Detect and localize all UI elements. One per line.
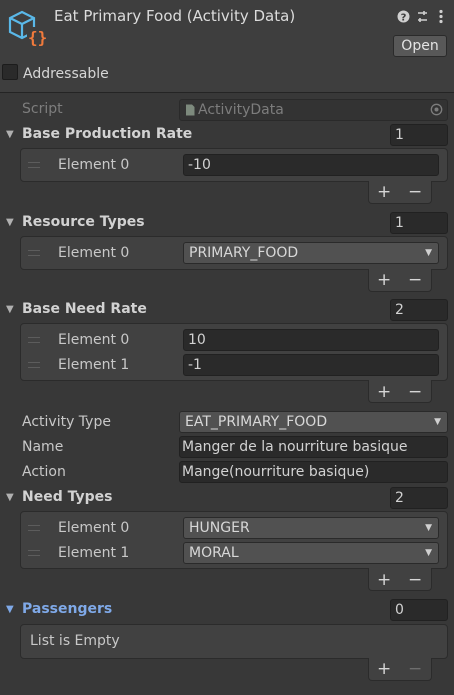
passengers-label[interactable]: Passengers xyxy=(22,601,112,617)
svg-text:?: ? xyxy=(401,13,407,24)
dropdown-arrow-icon: ▼ xyxy=(425,523,432,533)
dropdown-value: EAT_PRIMARY_FOOD xyxy=(185,414,328,430)
foldout-arrow-icon[interactable]: ▼ xyxy=(6,492,14,503)
element-dropdown[interactable]: HUNGER ▼ xyxy=(183,517,439,539)
element-label: Element 1 xyxy=(58,357,130,373)
add-element-button[interactable]: + xyxy=(377,572,391,589)
add-element-button[interactable]: + xyxy=(377,384,391,401)
element-dropdown[interactable]: MORAL ▼ xyxy=(183,542,439,564)
drag-handle-icon[interactable] xyxy=(28,162,40,168)
foldout-arrow-icon[interactable]: ▼ xyxy=(6,217,14,228)
drag-handle-icon[interactable] xyxy=(28,337,40,343)
need-types-label[interactable]: Need Types xyxy=(22,489,112,505)
dropdown-value: HUNGER xyxy=(189,520,250,536)
addressable-label: Addressable xyxy=(23,66,109,82)
action-field[interactable]: Mange(nourriture basique) xyxy=(179,461,448,483)
remove-element-button[interactable]: − xyxy=(408,384,422,401)
drag-handle-icon[interactable] xyxy=(28,250,40,256)
foldout-arrow-icon[interactable]: ▼ xyxy=(6,304,14,315)
script-label: Script xyxy=(22,101,63,117)
dropdown-value: MORAL xyxy=(189,545,239,561)
activity-type-label: Activity Type xyxy=(22,414,111,430)
need-types-size[interactable]: 2 xyxy=(390,487,448,509)
remove-element-button[interactable]: − xyxy=(408,272,422,289)
remove-element-button: − xyxy=(408,659,423,679)
element-value-field[interactable]: -1 xyxy=(183,354,439,376)
drag-handle-icon[interactable] xyxy=(28,525,40,531)
element-label: Element 0 xyxy=(58,245,130,261)
dropdown-value: PRIMARY_FOOD xyxy=(189,245,299,261)
base-need-rate-size[interactable]: 2 xyxy=(390,299,448,321)
dropdown-arrow-icon: ▼ xyxy=(425,248,432,258)
element-value-field[interactable]: -10 xyxy=(183,154,439,176)
addressable-checkbox[interactable] xyxy=(2,64,18,80)
name-label: Name xyxy=(22,439,64,455)
add-element-button[interactable]: + xyxy=(377,184,391,201)
object-picker-icon[interactable] xyxy=(430,103,443,116)
add-element-button[interactable]: + xyxy=(377,661,391,678)
element-label: Element 0 xyxy=(58,332,130,348)
element-label: Element 0 xyxy=(58,520,130,536)
resource-types-label[interactable]: Resource Types xyxy=(22,214,145,230)
element-value-field[interactable]: 10 xyxy=(183,329,439,351)
base-need-rate-label[interactable]: Base Need Rate xyxy=(22,301,147,317)
passengers-size[interactable]: 0 xyxy=(390,599,448,621)
sliders-icon[interactable] xyxy=(416,10,429,23)
drag-handle-icon[interactable] xyxy=(28,362,40,368)
name-field[interactable]: Manger de la nourriture basique xyxy=(179,436,448,458)
script-file-icon xyxy=(186,104,195,116)
inspector-title: Eat Primary Food (Activity Data) xyxy=(54,7,296,25)
element-dropdown[interactable]: PRIMARY_FOOD ▼ xyxy=(183,242,439,264)
dropdown-arrow-icon: ▼ xyxy=(434,417,441,427)
base-production-rate-label[interactable]: Base Production Rate xyxy=(22,126,192,142)
foldout-arrow-icon[interactable]: ▼ xyxy=(6,129,14,140)
drag-handle-icon[interactable] xyxy=(28,550,40,556)
svg-text:{}: {} xyxy=(28,28,47,47)
foldout-arrow-icon[interactable]: ▼ xyxy=(6,604,14,615)
action-label: Action xyxy=(22,464,66,480)
dropdown-arrow-icon: ▼ xyxy=(425,548,432,558)
resource-types-size[interactable]: 1 xyxy=(390,212,448,234)
element-label: Element 0 xyxy=(58,157,130,173)
open-button[interactable]: Open xyxy=(393,35,447,57)
question-icon[interactable]: ? xyxy=(397,10,410,23)
script-field: ActivityData xyxy=(179,99,448,121)
remove-element-button[interactable]: − xyxy=(408,184,422,201)
cube-script-icon: {} xyxy=(8,10,47,47)
element-label: Element 1 xyxy=(58,545,130,561)
script-value: ActivityData xyxy=(198,102,284,118)
base-production-rate-size[interactable]: 1 xyxy=(390,124,448,146)
activity-type-dropdown[interactable]: EAT_PRIMARY_FOOD ▼ xyxy=(179,411,448,433)
add-element-button[interactable]: + xyxy=(377,272,391,289)
remove-element-button[interactable]: − xyxy=(408,572,422,589)
list-empty-text: List is Empty xyxy=(30,633,120,649)
kebab-menu-icon[interactable] xyxy=(438,9,444,24)
